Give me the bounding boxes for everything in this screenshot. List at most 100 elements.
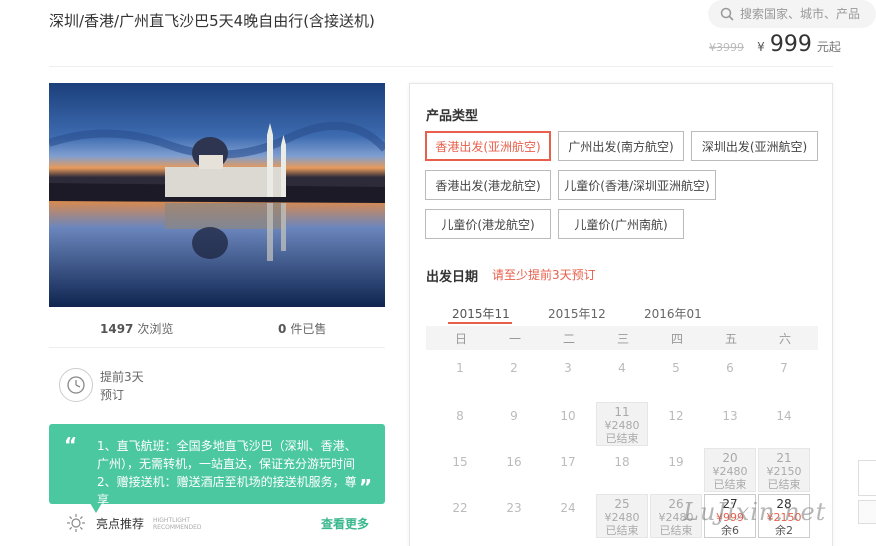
product-option[interactable]: 香港出发(亚洲航空)	[425, 131, 551, 161]
day-number: 24	[560, 501, 576, 515]
calendar-day: 4	[596, 354, 648, 398]
product-photo[interactable]	[49, 83, 385, 307]
calendar-day: 9	[488, 402, 540, 446]
calendar-day[interactable]: 25 ¥2480 已结束	[596, 494, 648, 538]
day-number: 25	[614, 497, 630, 511]
search-icon	[720, 7, 734, 21]
clock-icon	[59, 368, 93, 402]
weekday-label: 六	[778, 331, 791, 346]
day-number: 12	[668, 409, 684, 423]
day-number: 16	[506, 455, 522, 469]
weekday-label: 二	[562, 331, 575, 346]
product-option[interactable]: 儿童价(港龙航空)	[425, 209, 551, 239]
month-tab[interactable]: 2015年11	[452, 305, 510, 322]
views-count: 1497	[100, 322, 134, 336]
calendar-day[interactable]: 11 ¥2480 已结束	[596, 402, 648, 446]
day-number: 26	[668, 497, 684, 511]
original-price: ¥3999	[709, 41, 744, 54]
day-number: 5	[672, 361, 680, 375]
recommend-sub2: RECOMMENDED	[153, 524, 202, 531]
recommend-label: 亮点推荐	[96, 517, 145, 531]
product-option[interactable]: 广州出发(南方航空)	[558, 131, 684, 161]
day-number: 4	[618, 361, 626, 375]
close-quote-icon: ”	[359, 475, 373, 499]
calendar-day: 16	[488, 448, 540, 492]
advance-line1: 提前3天	[100, 370, 144, 384]
day-status: 已结束	[605, 524, 639, 537]
watermark: LuJixin.net	[683, 498, 827, 526]
day-status: 已结束	[605, 432, 639, 445]
sold-stat: 0 件已售	[278, 320, 326, 337]
highlights-box: 1、直飞航班：全国多地直飞沙巴（深圳、香港、广州），无需转机，一站直达，保证充分…	[49, 424, 385, 504]
weekday-label: 四	[670, 331, 683, 346]
day-number: 15	[452, 455, 468, 469]
weekday-label: 一	[508, 331, 521, 346]
recommend-row: 亮点推荐 HIGHTLIGHT RECOMMENDED 查看更多	[66, 512, 376, 534]
product-option[interactable]: 儿童价(香港/深圳亚洲航空)	[558, 170, 716, 200]
search-box[interactable]	[708, 0, 876, 28]
weekday-label: 五	[724, 331, 737, 346]
calendar-day[interactable]: 20 ¥2480 已结束	[704, 448, 756, 492]
price-suffix: 元起	[816, 40, 841, 54]
calendar-day: 3	[542, 354, 594, 398]
calendar-day[interactable]: 21 ¥2150 已结束	[758, 448, 810, 492]
day-number: 13	[722, 409, 738, 423]
calendar-day: 17	[542, 448, 594, 492]
day-number: 17	[560, 455, 576, 469]
calendar-day: 14	[758, 402, 810, 446]
product-type-title: 产品类型	[426, 109, 479, 124]
calendar-day: 13	[704, 402, 756, 446]
day-number: 1	[456, 361, 464, 375]
product-option[interactable]: 深圳出发(亚洲航空)	[691, 131, 818, 161]
day-number: 19	[668, 455, 684, 469]
calendar-day: 8	[434, 402, 486, 446]
stats-divider	[49, 347, 385, 348]
day-number: 2	[510, 361, 518, 375]
booking-panel: 产品类型 香港出发(亚洲航空) 广州出发(南方航空) 深圳出发(亚洲航空) 香港出发(…	[409, 83, 833, 546]
day-number: 18	[614, 455, 630, 469]
month-tab[interactable]: 2015年12	[548, 305, 606, 322]
see-more-link[interactable]: 查看更多	[321, 515, 369, 532]
calendar-day: 18	[596, 448, 648, 492]
side-toolbar-button-2[interactable]	[858, 500, 876, 524]
day-number: 23	[506, 501, 522, 515]
active-month-underline	[448, 322, 512, 324]
calendar-day: 10	[542, 402, 594, 446]
departure-note: 请至少提前3天预订	[492, 268, 596, 282]
mosque-photo	[49, 83, 385, 307]
calendar-day: 24	[542, 494, 594, 538]
calendar-day: 23	[488, 494, 540, 538]
day-price: ¥2150	[766, 465, 802, 478]
day-price: ¥2480	[712, 465, 748, 478]
day-number: 21	[776, 451, 792, 465]
calendar-day: 15	[434, 448, 486, 492]
day-number: 3	[564, 361, 572, 375]
calendar-day: 1	[434, 354, 486, 398]
month-tab[interactable]: 2016年01	[644, 305, 702, 322]
weekday-header: 日一二三四五六	[426, 326, 818, 350]
calendar-day: 5	[650, 354, 702, 398]
day-number: 6	[726, 361, 734, 375]
product-option[interactable]: 香港出发(港龙航空)	[425, 170, 551, 200]
advance-line2: 预订	[100, 388, 125, 402]
header-divider	[49, 66, 833, 67]
day-number: 11	[614, 405, 630, 419]
day-price: ¥2480	[604, 511, 640, 524]
day-number: 10	[560, 409, 576, 423]
calendar-day: 22	[434, 494, 486, 538]
day-number: 14	[776, 409, 792, 423]
recommend-sub: HIGHTLIGHT RECOMMENDED	[153, 517, 202, 531]
calendar-day: 19	[650, 448, 702, 492]
day-number: 8	[456, 409, 464, 423]
calendar-day: 7	[758, 354, 810, 398]
search-input[interactable]	[740, 7, 870, 21]
day-number: 9	[510, 409, 518, 423]
side-toolbar-button[interactable]	[858, 460, 876, 496]
highlights-text: 1、直飞航班：全国多地直飞沙巴（深圳、香港、广州），无需转机，一站直达，保证充分…	[97, 439, 357, 504]
day-number: 20	[722, 451, 738, 465]
advance-booking: 提前3天 预订	[100, 368, 144, 404]
sold-label: 件已售	[290, 322, 327, 336]
views-label: 次浏览	[137, 322, 174, 336]
product-option[interactable]: 儿童价(广州南航)	[558, 209, 684, 239]
day-number: 22	[452, 501, 468, 515]
